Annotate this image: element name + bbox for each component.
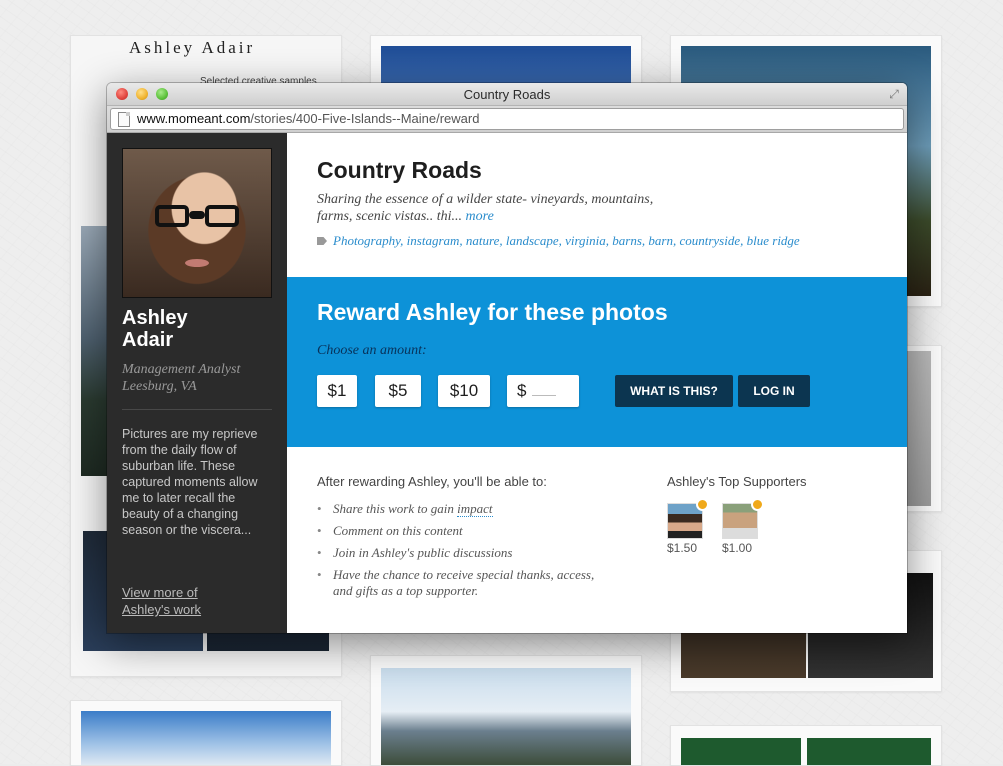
story-description: Sharing the essence of a wilder state- v… — [317, 191, 657, 225]
tag-link[interactable]: instagram — [407, 233, 460, 248]
tag-icon — [317, 237, 327, 245]
top-supporters-title: Ashley's Top Supporters — [667, 474, 807, 489]
tag-link[interactable]: countryside — [679, 233, 740, 248]
impact-link[interactable]: impact — [457, 501, 493, 517]
tags-container: Photography, instagram, nature, landscap… — [333, 233, 800, 248]
benefit-item: Share this work to gain impact — [317, 501, 603, 517]
author-sidebar: Ashley Adair Management Analyst Leesburg… — [107, 133, 287, 633]
log-in-button[interactable]: LOG IN — [738, 375, 810, 407]
bg-profile-name: Ashley Adair — [129, 38, 256, 57]
tag-link[interactable]: barns — [612, 233, 642, 248]
benefits-title: After rewarding Ashley, you'll be able t… — [317, 474, 547, 489]
custom-amount-prefix: $ — [517, 381, 527, 400]
url-host: www.momeant.com — [137, 111, 251, 126]
author-role: Management Analyst — [122, 362, 241, 377]
lips-shape — [185, 259, 209, 267]
bg-photo-vista — [81, 711, 331, 765]
amount-button-10[interactable]: $10 — [438, 375, 490, 407]
author-first-name: Ashley — [122, 307, 188, 329]
amount-button-1[interactable]: $1 — [317, 375, 357, 407]
author-name: Ashley Adair — [122, 307, 188, 351]
supporter-avatar — [722, 498, 764, 539]
bg-photo-green-2 — [807, 738, 931, 765]
benefit-text: Share this work to gain — [333, 501, 454, 516]
supporter-amount: $1.00 — [722, 541, 753, 555]
star-badge-icon — [696, 498, 709, 511]
bg-card-vista — [70, 700, 342, 766]
sidebar-divider — [122, 409, 272, 410]
author-role-block: Management Analyst Leesburg, VA — [122, 361, 240, 395]
main-panel: Country Roads Sharing the essence of a w… — [287, 133, 907, 633]
supporter-amount: $1.50 — [667, 541, 698, 555]
custom-amount-input[interactable]: $ — [507, 375, 579, 407]
tag-list: Photography, instagram, nature, landscap… — [317, 233, 800, 249]
browser-window: Country Roads ⤢ www.momeant.com/stories/… — [107, 83, 907, 633]
address-bar: www.momeant.com/stories/400-Five-Islands… — [107, 106, 907, 133]
author-bio: Pictures are my reprieve from the daily … — [122, 427, 258, 537]
star-badge-icon — [751, 498, 764, 511]
benefit-item: Have the chance to receive special thank… — [317, 567, 603, 599]
benefit-item: Comment on this content — [317, 523, 603, 539]
supporter-1[interactable]: $1.50 — [667, 498, 709, 555]
fullscreen-icon[interactable]: ⤢ — [887, 87, 901, 101]
tag-link[interactable]: Photography — [333, 233, 400, 248]
author-last-name: Adair — [122, 329, 174, 351]
title-bar: Country Roads ⤢ — [107, 83, 907, 106]
url-path: /stories/400-Five-Islands--Maine/reward — [250, 111, 480, 126]
supporter-2[interactable]: $1.00 — [722, 498, 764, 555]
choose-amount-label: Choose an amount: — [317, 343, 427, 358]
url-field[interactable]: www.momeant.com/stories/400-Five-Islands… — [110, 108, 904, 130]
view-more-line2: Ashley's work — [122, 602, 202, 617]
url-text: www.momeant.com/stories/400-Five-Islands… — [137, 111, 479, 126]
tag-link[interactable]: barn — [648, 233, 673, 248]
tag-link[interactable]: landscape — [506, 233, 559, 248]
bg-photo-green-1 — [681, 738, 801, 765]
reward-panel: Reward Ashley for these photos Choose an… — [287, 277, 907, 447]
window-title: Country Roads — [463, 87, 551, 102]
custom-amount-blank — [532, 383, 557, 396]
page-content: Ashley Adair Management Analyst Leesburg… — [107, 133, 907, 633]
benefits-list: Share this work to gain impact Comment o… — [317, 501, 603, 605]
bg-card-mountains — [370, 655, 642, 766]
avatar[interactable] — [122, 148, 272, 298]
bg-photo-mountains — [381, 668, 631, 765]
tag-link[interactable]: blue ridge — [747, 233, 800, 248]
view-more-link[interactable]: View more of Ashley's work — [122, 584, 201, 618]
reward-title: Reward Ashley for these photos — [317, 299, 668, 325]
supporter-avatar — [667, 498, 709, 539]
view-more-line1: View more of — [122, 585, 198, 600]
story-title: Country Roads — [317, 157, 482, 183]
benefit-item: Join in Ashley's public discussions — [317, 545, 603, 561]
glasses-shape — [155, 205, 239, 229]
author-location: Leesburg, VA — [122, 379, 197, 394]
what-is-this-button[interactable]: WHAT IS THIS? — [615, 375, 733, 407]
amount-button-5[interactable]: $5 — [375, 375, 421, 407]
page-icon — [118, 112, 130, 127]
tag-link[interactable]: nature — [466, 233, 499, 248]
more-link[interactable]: more — [466, 209, 494, 224]
bg-card-green — [670, 725, 942, 766]
tag-link[interactable]: virginia — [565, 233, 606, 248]
